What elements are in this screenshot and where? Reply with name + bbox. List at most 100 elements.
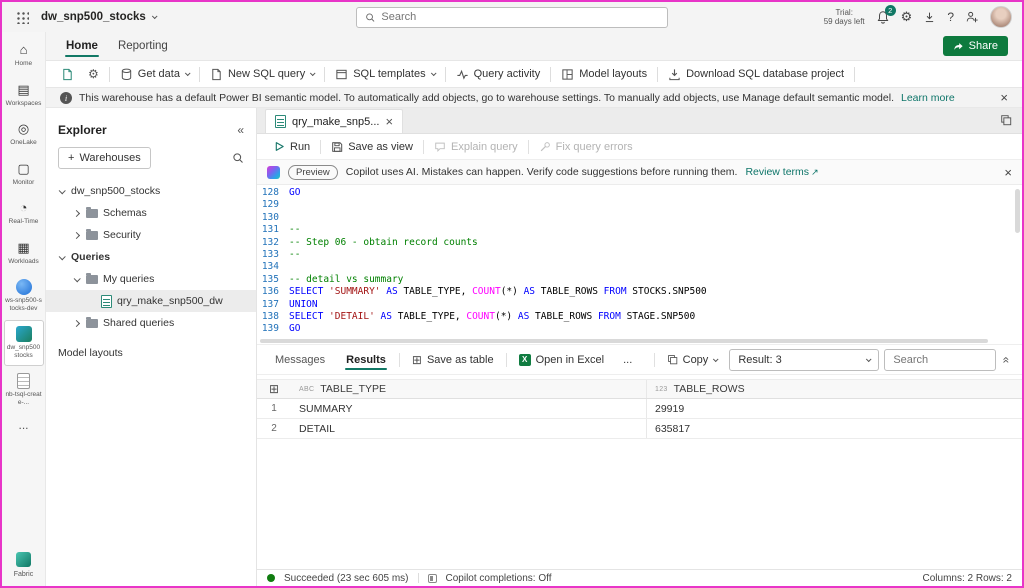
divider [418,573,419,583]
rail-item-nb-tsql-create[interactable]: nb-tsql-create-... [4,367,44,413]
explain-query-button[interactable]: Explain query [427,136,525,158]
invite-people-icon [965,10,979,24]
workspaces-icon: ▤ [17,82,29,98]
copy-button[interactable]: Copy [660,349,725,371]
rail-item-dw-snp500-stocks[interactable]: dw_snp500 stocks [4,320,44,366]
result-selector[interactable]: Result: 3 [729,349,879,371]
code-line: 138SELECT 'DETAIL' AS TABLE_TYPE, COUNT(… [257,311,1022,323]
gear-icon [88,68,99,80]
tab-results[interactable]: Results [338,345,394,374]
topbar: dw_snp500_stocks Trial: 59 days left 2 [2,2,1022,32]
query-toolbar: Run Save as view Explain query [257,134,1022,160]
code-line: 129 [257,199,1022,211]
sql-templates-button[interactable]: SQL templates [328,62,441,86]
copilot-close-icon[interactable] [1004,165,1012,180]
tree-item-security[interactable]: Security [46,224,256,246]
query-activity-button[interactable]: Query activity [449,62,548,86]
editor-area: qry_make_snp5... Run [257,108,1022,586]
close-tab-icon[interactable] [385,114,393,129]
explorer-search-icon[interactable] [232,152,244,164]
sql-editor[interactable]: 128GO129130131--132-- Step 06 - obtain r… [257,185,1022,337]
tree-item-schemas[interactable]: Schemas [46,202,256,224]
notebook-icon [17,373,30,389]
onelake-icon: ◎ [18,121,29,137]
search-input[interactable] [381,11,659,23]
query-tab[interactable]: qry_make_snp5... [265,109,403,133]
copilot-text: Copilot uses AI. Mistakes can happen. Ve… [346,166,738,178]
divider [399,353,400,367]
tree-item-qry-make-snp500-dw[interactable]: qry_make_snp500_dw [46,290,256,312]
editor-horizontal-scrollbar[interactable] [257,337,1022,345]
rail-item-onelake[interactable]: ◎OneLake [4,115,44,154]
rail-item-workspaces[interactable]: ▤Workspaces [4,76,44,115]
nav-more-button[interactable]: ... [18,414,28,436]
divider [423,140,424,154]
divider [528,140,529,154]
new-query-icon [210,68,223,81]
download-sql-project-button[interactable]: Download SQL database project [661,62,851,86]
gear-icon[interactable] [901,9,913,25]
table-icon [412,354,422,366]
banner-close-icon[interactable] [1000,90,1008,105]
more-actions-button[interactable]: ... [616,349,639,371]
global-search[interactable] [356,7,668,28]
table-row[interactable]: 2DETAIL635817 [257,419,1022,439]
table-row[interactable]: 1SUMMARY29919 [257,399,1022,419]
plus-icon [68,152,74,164]
results-panel: Messages Results Save as table Open in E… [257,345,1022,569]
divider [657,67,658,82]
rail-item-home[interactable]: ⌂Home [4,36,44,75]
downloads-button[interactable] [923,11,936,24]
learn-more-link[interactable]: Learn more [901,92,955,104]
database-icon [120,68,133,81]
workspace-icon [16,279,32,295]
copilot-icon [267,166,280,179]
warehouses-button[interactable]: Warehouses [58,147,151,169]
rail-item-monitor[interactable]: ▢Monitor [4,155,44,194]
model-layouts-button[interactable]: Model layouts [554,62,654,86]
copilot-completions-icon [428,574,437,583]
help-button[interactable] [947,10,954,24]
collapse-results-icon[interactable] [1000,356,1014,363]
rail-item-real-time[interactable]: ◔Real-Time [4,194,44,233]
results-table: ABC TABLE_TYPE 123 TABLE_ROWS 1SUMMARY29… [257,379,1022,439]
info-banner: This warehouse has a default Power BI se… [46,88,1022,108]
results-search[interactable] [884,349,996,371]
model-layouts-item[interactable]: Model layouts [46,342,256,364]
duplicate-icon[interactable] [1000,114,1012,126]
rail-item-ws-snp500-stocks-dev[interactable]: ws-snp500-stocks-dev [4,273,44,319]
run-button[interactable]: Run [267,136,317,158]
grid-icon[interactable] [269,383,279,395]
new-sql-query-button[interactable]: New SQL query [203,62,321,86]
tab-reporting[interactable]: Reporting [108,32,178,60]
divider [320,140,321,154]
get-data-button[interactable]: Get data [113,62,196,86]
workspace-switcher[interactable]: dw_snp500_stocks [41,11,156,23]
tab-home[interactable]: Home [56,32,108,60]
review-terms-link[interactable]: Review terms [745,166,818,178]
save-as-view-button[interactable]: Save as view [324,136,420,158]
notifications-button[interactable]: 2 [876,10,890,24]
rail-item-workloads[interactable]: ▦Workloads [4,234,44,273]
fabric-brand[interactable]: Fabric [14,552,33,587]
share-button[interactable]: Share [943,36,1008,56]
tree-item-queries[interactable]: Queries [46,246,256,268]
save-as-table-button[interactable]: Save as table [405,349,501,371]
collapse-explorer-icon[interactable] [237,123,244,137]
line-number: 129 [257,199,289,211]
warehouse-settings-button[interactable] [81,62,106,86]
open-in-excel-button[interactable]: Open in Excel [512,349,611,371]
app-launcher-icon[interactable] [16,11,29,24]
tree-item-dw-snp500-stocks[interactable]: dw_snp500_stocks [46,180,256,202]
new-item-button[interactable] [54,62,81,86]
tree-item-my-queries[interactable]: My queries [46,268,256,290]
fix-query-errors-button[interactable]: Fix query errors [532,136,640,158]
column-header-table-rows[interactable]: 123 TABLE_ROWS [647,383,1022,395]
avatar[interactable] [990,6,1012,28]
tree-item-shared-queries[interactable]: Shared queries [46,312,256,334]
tab-messages[interactable]: Messages [267,345,333,374]
code-line: 131-- [257,224,1022,236]
column-header-table-type[interactable]: ABC TABLE_TYPE [291,380,647,398]
results-search-input[interactable] [893,354,987,366]
invite-people-button[interactable] [965,10,979,24]
